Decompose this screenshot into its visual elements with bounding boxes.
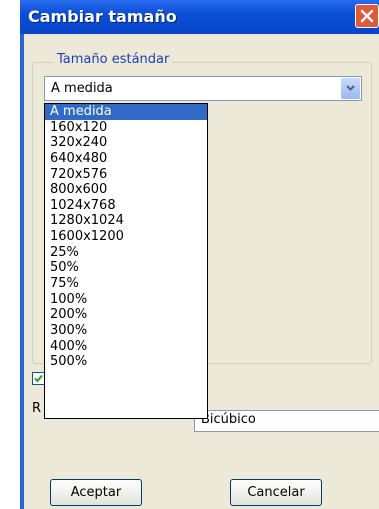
resize-dialog: Cambiar tamaño Tamaño estándar A medida … bbox=[20, 0, 379, 509]
close-button[interactable] bbox=[355, 4, 379, 28]
size-option[interactable]: A medida bbox=[45, 104, 207, 120]
size-option[interactable]: 1280x1024 bbox=[45, 213, 207, 229]
chevron-down-icon bbox=[346, 85, 355, 91]
size-option[interactable]: 75% bbox=[45, 276, 207, 292]
size-option[interactable]: 300% bbox=[45, 323, 207, 339]
size-option[interactable]: 1600x1200 bbox=[45, 229, 207, 245]
cancel-button[interactable]: Cancelar bbox=[230, 479, 322, 506]
size-option[interactable]: 320x240 bbox=[45, 135, 207, 151]
standard-size-group-label: Tamaño estándar bbox=[54, 52, 173, 67]
standard-size-select[interactable]: A medida bbox=[44, 76, 362, 101]
size-option[interactable]: 500% bbox=[45, 354, 207, 370]
size-option[interactable]: 1024x768 bbox=[45, 198, 207, 214]
resample-select[interactable]: Bicúbico bbox=[194, 410, 379, 432]
window-left-edge bbox=[20, 34, 24, 509]
size-option[interactable]: 640x480 bbox=[45, 151, 207, 167]
size-options-list: A medida 160x120 320x240 640x480 720x576… bbox=[44, 103, 208, 419]
size-option[interactable]: 100% bbox=[45, 292, 207, 308]
ok-button[interactable]: Aceptar bbox=[50, 479, 142, 506]
size-option[interactable]: 160x120 bbox=[45, 120, 207, 136]
size-option[interactable]: 50% bbox=[45, 260, 207, 276]
size-option[interactable]: 800x600 bbox=[45, 182, 207, 198]
size-option[interactable]: 720x576 bbox=[45, 167, 207, 183]
size-option[interactable]: 200% bbox=[45, 307, 207, 323]
size-option[interactable]: 400% bbox=[45, 339, 207, 355]
resample-value: Bicúbico bbox=[201, 412, 256, 427]
dropdown-button[interactable] bbox=[341, 78, 360, 99]
title-bar[interactable]: Cambiar tamaño bbox=[20, 0, 379, 34]
size-option[interactable]: 25% bbox=[45, 245, 207, 261]
check-icon bbox=[34, 374, 43, 383]
resample-label: R bbox=[32, 401, 42, 416]
close-icon bbox=[360, 9, 374, 23]
standard-size-value: A medida bbox=[51, 81, 113, 96]
dialog-title: Cambiar tamaño bbox=[28, 7, 177, 26]
